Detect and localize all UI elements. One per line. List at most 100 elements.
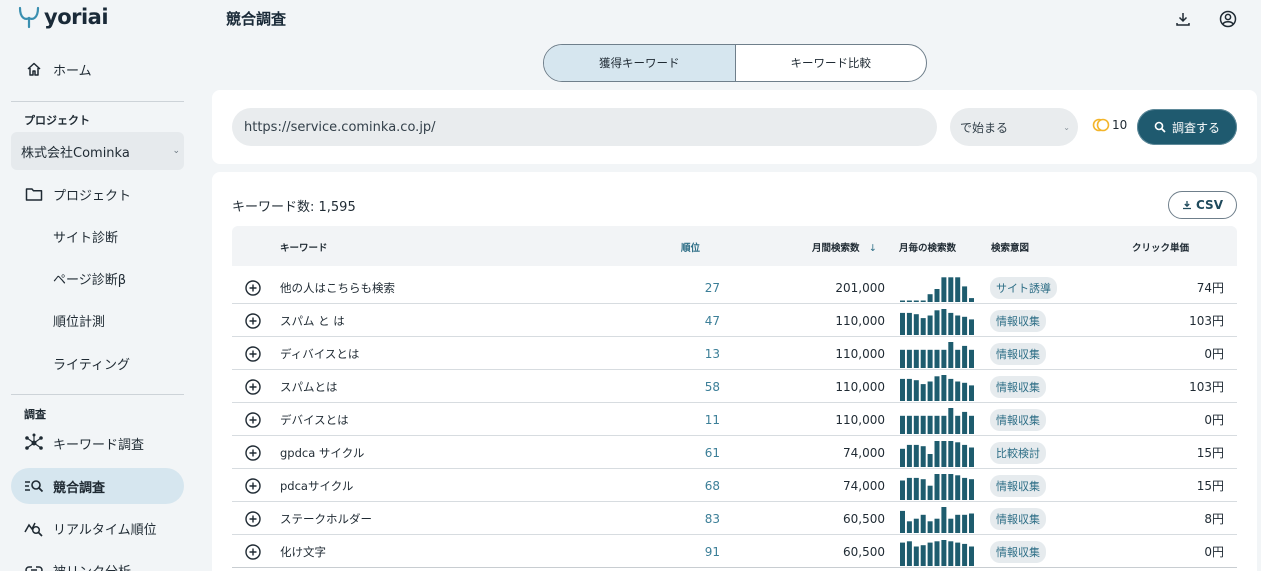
sidebar-item-realtime-rank[interactable]: リアルタイム順位	[11, 510, 184, 546]
network-icon	[23, 432, 45, 454]
monthly-trend-chart	[900, 337, 976, 370]
keyword-cell[interactable]: pdcaサイクル	[280, 469, 353, 502]
expand-row-button[interactable]	[244, 403, 262, 436]
sidebar-item-keyword-research[interactable]: キーワード調査	[11, 425, 184, 461]
column-header-rank[interactable]: 順位	[681, 240, 700, 254]
logo-text: yoriai	[44, 5, 109, 29]
download-icon	[1183, 201, 1192, 210]
tab-acquired-keywords[interactable]: 獲得キーワード	[544, 45, 735, 81]
search-panel: https://service.cominka.co.jp/ で始まる ⌄ 10…	[212, 90, 1257, 164]
trend-bar	[948, 473, 954, 500]
app-logo[interactable]: yoriai	[18, 5, 109, 29]
csv-download-button[interactable]: CSV	[1168, 191, 1237, 219]
volume-cell: 110,000	[835, 412, 885, 427]
monthly-trend-chart	[900, 436, 976, 469]
trend-bar	[913, 349, 919, 368]
cpc-cell: 15円	[1196, 479, 1224, 493]
match-type-select[interactable]: で始まる ⌄	[950, 108, 1078, 146]
table-row[interactable]: スパムとは 58 110,000 情報収集 103円	[232, 370, 1237, 403]
tab-label: 獲得キーワード	[599, 56, 680, 70]
table-row[interactable]: 化け文字 91 60,500 情報収集 0円	[232, 535, 1237, 568]
trend-bar	[920, 514, 926, 533]
rank-cell[interactable]: 91	[662, 535, 720, 568]
rank-cell[interactable]: 83	[662, 502, 720, 535]
trend-bar	[941, 374, 947, 401]
account-icon[interactable]	[1218, 9, 1238, 29]
sidebar-item-writing[interactable]: ライティング	[11, 345, 184, 381]
sidebar-item-rank-tracking[interactable]: 順位計測	[11, 302, 184, 338]
trend-bar	[927, 293, 933, 302]
url-input[interactable]: https://service.cominka.co.jp/	[232, 108, 937, 146]
rank-cell[interactable]: 11	[662, 403, 720, 436]
sidebar: yoriai ホーム プロジェクト 株式会社Cominka ⌄ プロジェクト サ…	[0, 0, 196, 571]
sidebar-item-site-audit[interactable]: サイト診断	[11, 218, 184, 254]
table-row[interactable]: gpdca サイクル 61 74,000 比較検討 15円	[232, 436, 1237, 469]
project-select[interactable]: 株式会社Cominka ⌄	[11, 132, 184, 170]
trend-bar	[934, 540, 940, 566]
trend-bar	[948, 276, 954, 302]
trend-bar	[962, 382, 968, 401]
table-row[interactable]: ディバイスとは 13 110,000 情報収集 0円	[232, 337, 1237, 370]
rank-cell[interactable]: 61	[662, 436, 720, 469]
column-header-cpc[interactable]: クリック単価	[1132, 240, 1189, 254]
sort-desc-icon: ↓	[868, 243, 877, 254]
rank-cell[interactable]: 27	[662, 271, 720, 304]
table-row[interactable]: ステークホルダー 83 60,500 情報収集 8円	[232, 502, 1237, 535]
download-icon[interactable]	[1173, 9, 1193, 29]
column-header-volume[interactable]: 月間検索数 ↓	[812, 240, 877, 254]
table-row[interactable]: デバイスとは 11 110,000 情報収集 0円	[232, 403, 1237, 436]
url-input-value: https://service.cominka.co.jp/	[244, 119, 436, 135]
trend-bar	[913, 546, 919, 566]
trend-bar	[906, 378, 912, 401]
trend-bar	[920, 415, 926, 434]
monthly-trend-chart	[900, 304, 976, 337]
rank-cell[interactable]: 58	[662, 370, 720, 403]
keyword-cell[interactable]: ステークホルダー	[280, 502, 372, 535]
expand-row-button[interactable]	[244, 436, 262, 469]
expand-row-button[interactable]	[244, 370, 262, 403]
expand-row-button[interactable]	[244, 535, 262, 568]
rank-cell[interactable]: 13	[662, 337, 720, 370]
trend-bar	[955, 474, 961, 500]
sidebar-item-page-audit[interactable]: ページ診断β	[11, 260, 184, 296]
search-button[interactable]: 調査する	[1137, 109, 1237, 145]
rank-cell[interactable]: 68	[662, 469, 720, 502]
trend-bar	[962, 345, 968, 368]
rank-cell[interactable]: 47	[662, 304, 720, 337]
cpc-cell: 103円	[1189, 314, 1224, 328]
sidebar-item-backlink-analysis[interactable]: 被リンク分析	[11, 552, 184, 571]
trend-bar	[913, 300, 919, 302]
expand-row-button[interactable]	[244, 304, 262, 337]
tab-keyword-comparison[interactable]: キーワード比較	[734, 45, 927, 81]
expand-row-button[interactable]	[244, 469, 262, 502]
keyword-cell[interactable]: 化け文字	[280, 535, 326, 568]
sidebar-item-home[interactable]: ホーム	[11, 51, 184, 87]
expand-row-button[interactable]	[244, 271, 262, 304]
keyword-cell[interactable]: デバイスとは	[280, 403, 349, 436]
table-row[interactable]: pdcaサイクル 68 74,000 情報収集 15円	[232, 469, 1237, 502]
trend-bar	[927, 542, 933, 566]
keyword-cell[interactable]: gpdca サイクル	[280, 436, 364, 469]
sidebar-item-project[interactable]: プロジェクト	[11, 176, 184, 212]
expand-row-button[interactable]	[244, 502, 262, 535]
trend-bar	[913, 313, 919, 335]
keyword-cell[interactable]: スパム と は	[280, 304, 345, 337]
expand-row-button[interactable]	[244, 337, 262, 370]
trend-bar	[948, 312, 954, 335]
monthly-trend-chart	[900, 535, 976, 568]
trend-bar	[927, 453, 933, 467]
plus-circle-icon	[245, 543, 261, 560]
column-header-keyword[interactable]: キーワード	[280, 240, 328, 254]
table-row[interactable]: スパム と は 47 110,000 情報収集 103円	[232, 304, 1237, 337]
keyword-cell[interactable]: スパムとは	[280, 370, 338, 403]
table-row[interactable]: 他の人はこちらも検索 27 201,000 サイト誘導 74円	[232, 271, 1237, 304]
keyword-cell[interactable]: 他の人はこちらも検索	[280, 271, 395, 304]
column-header-intent[interactable]: 検索意図	[991, 240, 1029, 254]
coin-icon	[1092, 118, 1110, 132]
keyword-cell[interactable]: ディバイスとは	[280, 337, 359, 370]
trend-bar	[962, 316, 968, 335]
monthly-trend-svg	[900, 440, 974, 467]
sidebar-item-competitor-research[interactable]: 競合調査	[11, 468, 184, 504]
trend-bar	[955, 542, 961, 566]
trend-bar	[913, 477, 919, 500]
